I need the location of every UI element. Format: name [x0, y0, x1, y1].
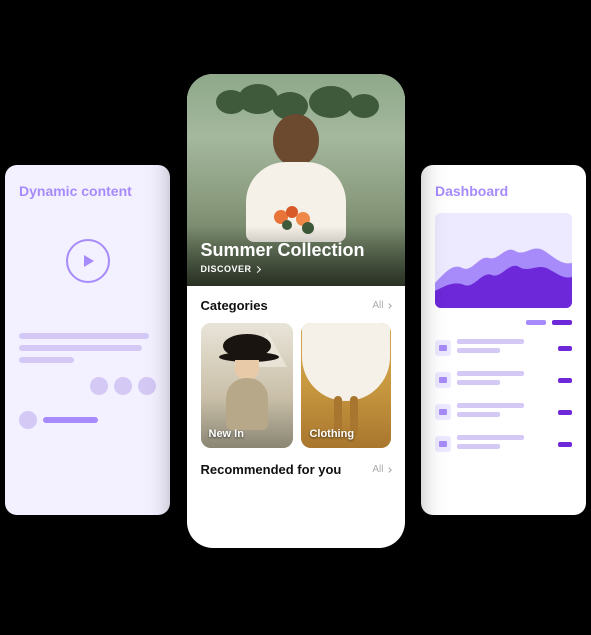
category-card-new-in[interactable]: New In [201, 323, 294, 448]
metric-bar [558, 410, 572, 415]
skeleton-circle [138, 377, 156, 395]
skeleton-circle [114, 377, 132, 395]
skeleton-circle [90, 377, 108, 395]
skeleton-line [19, 357, 74, 363]
skeleton-author-row [19, 411, 156, 429]
image-icon [435, 404, 451, 420]
dashboard-list-item[interactable] [435, 403, 572, 421]
chart-legend [435, 320, 572, 325]
legend-item [552, 320, 572, 325]
chevron-right-icon [386, 303, 392, 309]
categories-header: Categories All [201, 298, 391, 313]
image-icon [435, 372, 451, 388]
legend-item [526, 320, 546, 325]
recommended-section: Recommended for you All [187, 448, 405, 495]
recommended-title: Recommended for you [201, 462, 342, 477]
chevron-right-icon [386, 467, 392, 473]
category-label: Clothing [309, 428, 354, 440]
phone-mockup: Summer Collection DISCOVER Categories Al… [179, 66, 413, 556]
play-icon [84, 255, 94, 267]
discover-label: DISCOVER [201, 264, 252, 274]
dynamic-content-title: Dynamic content [19, 183, 156, 199]
discover-link[interactable]: DISCOVER [201, 264, 391, 274]
area-chart-icon [435, 213, 572, 308]
all-label: All [372, 300, 383, 311]
dashboard-title: Dashboard [435, 183, 572, 199]
recommended-header: Recommended for you All [201, 462, 391, 477]
hero-overlay: Summer Collection DISCOVER [187, 226, 405, 286]
hero-banner[interactable]: Summer Collection DISCOVER [187, 74, 405, 286]
categories-title: Categories [201, 298, 268, 313]
image-icon [435, 436, 451, 452]
chevron-right-icon [253, 265, 260, 272]
metric-bar [558, 346, 572, 351]
categories-all-link[interactable]: All [372, 300, 390, 311]
skeleton-line [19, 333, 149, 339]
image-icon [435, 340, 451, 356]
skeleton-line [19, 345, 142, 351]
dashboard-list-item[interactable] [435, 371, 572, 389]
dashboard-list-item[interactable] [435, 435, 572, 453]
category-card-clothing[interactable]: Clothing [301, 323, 390, 448]
dashboard-list-item[interactable] [435, 339, 572, 357]
categories-section: Categories All New In [187, 286, 405, 448]
dashboard-card: Dashboard [421, 165, 586, 515]
skeleton-avatar [19, 411, 37, 429]
phone-screen: Summer Collection DISCOVER Categories Al… [187, 74, 405, 548]
metric-bar [558, 442, 572, 447]
category-figure [219, 334, 275, 430]
metric-bar [558, 378, 572, 383]
category-label: New In [209, 428, 244, 440]
hero-title: Summer Collection [201, 240, 391, 261]
skeleton-line [43, 417, 98, 423]
all-label: All [372, 464, 383, 475]
recommended-all-link[interactable]: All [372, 464, 390, 475]
play-button[interactable] [66, 239, 110, 283]
skeleton-action-row [19, 377, 156, 395]
dashboard-chart [435, 213, 572, 308]
categories-row: New In Clothing [201, 323, 391, 448]
dynamic-content-card: Dynamic content [5, 165, 170, 515]
